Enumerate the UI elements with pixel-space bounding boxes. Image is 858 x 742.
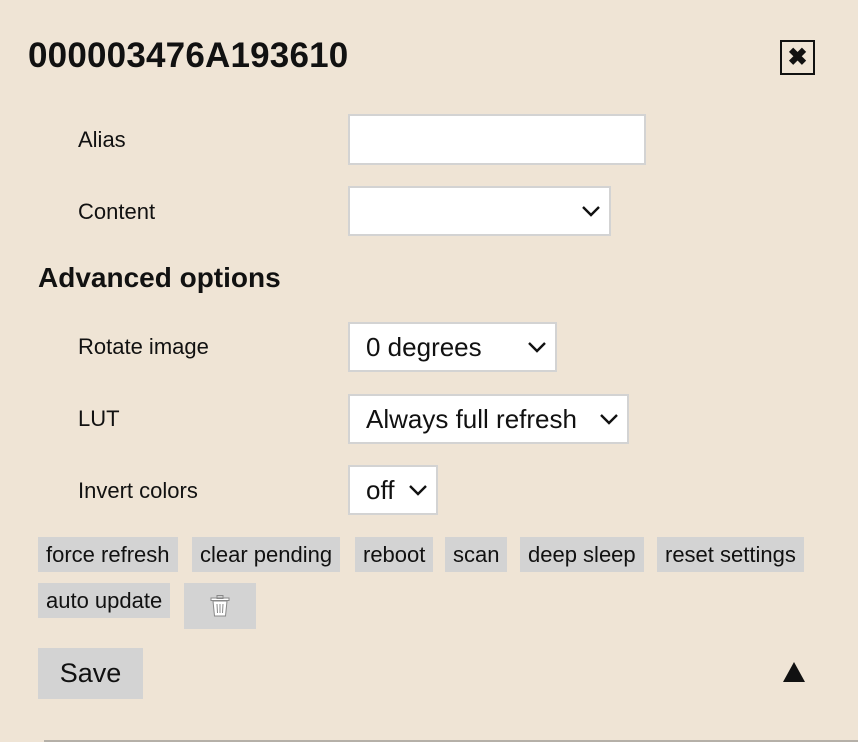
close-button[interactable]: ✖ (780, 40, 815, 75)
chevron-down-icon (600, 414, 618, 425)
rotate-image-select[interactable]: 0 degrees (348, 322, 557, 372)
device-settings-panel: 000003476A193610 ✖ Alias Content Advance… (0, 0, 858, 742)
delete-device-button[interactable] (184, 583, 256, 629)
invert-colors-label: Invert colors (78, 478, 198, 503)
scan-button[interactable]: scan (445, 537, 508, 572)
clear-pending-button[interactable]: clear pending (192, 537, 341, 572)
auto-update-button[interactable]: auto update (38, 583, 171, 618)
lut-select[interactable]: Always full refresh (348, 394, 629, 444)
chevron-down-icon (528, 342, 546, 353)
lut-label: LUT (78, 406, 120, 431)
invert-colors-select[interactable]: off (348, 465, 438, 515)
content-label: Content (78, 199, 156, 224)
close-icon: ✖ (787, 44, 808, 71)
reset-settings-button[interactable]: reset settings (657, 537, 804, 572)
alias-label: Alias (78, 127, 126, 152)
force-refresh-button[interactable]: force refresh (38, 537, 178, 572)
trash-icon (210, 595, 230, 617)
triangle-up-icon[interactable] (783, 662, 805, 682)
advanced-options-heading: Advanced options (38, 262, 281, 293)
rotate-image-label: Rotate image (78, 334, 209, 359)
chevron-down-icon (409, 485, 427, 496)
content-select[interactable] (348, 186, 611, 236)
deep-sleep-button[interactable]: deep sleep (520, 537, 644, 572)
reboot-button[interactable]: reboot (355, 537, 434, 572)
device-id-title: 000003476A193610 (28, 36, 349, 75)
chevron-down-icon (582, 206, 600, 217)
alias-input[interactable] (348, 114, 646, 165)
save-button[interactable]: Save (38, 648, 143, 699)
